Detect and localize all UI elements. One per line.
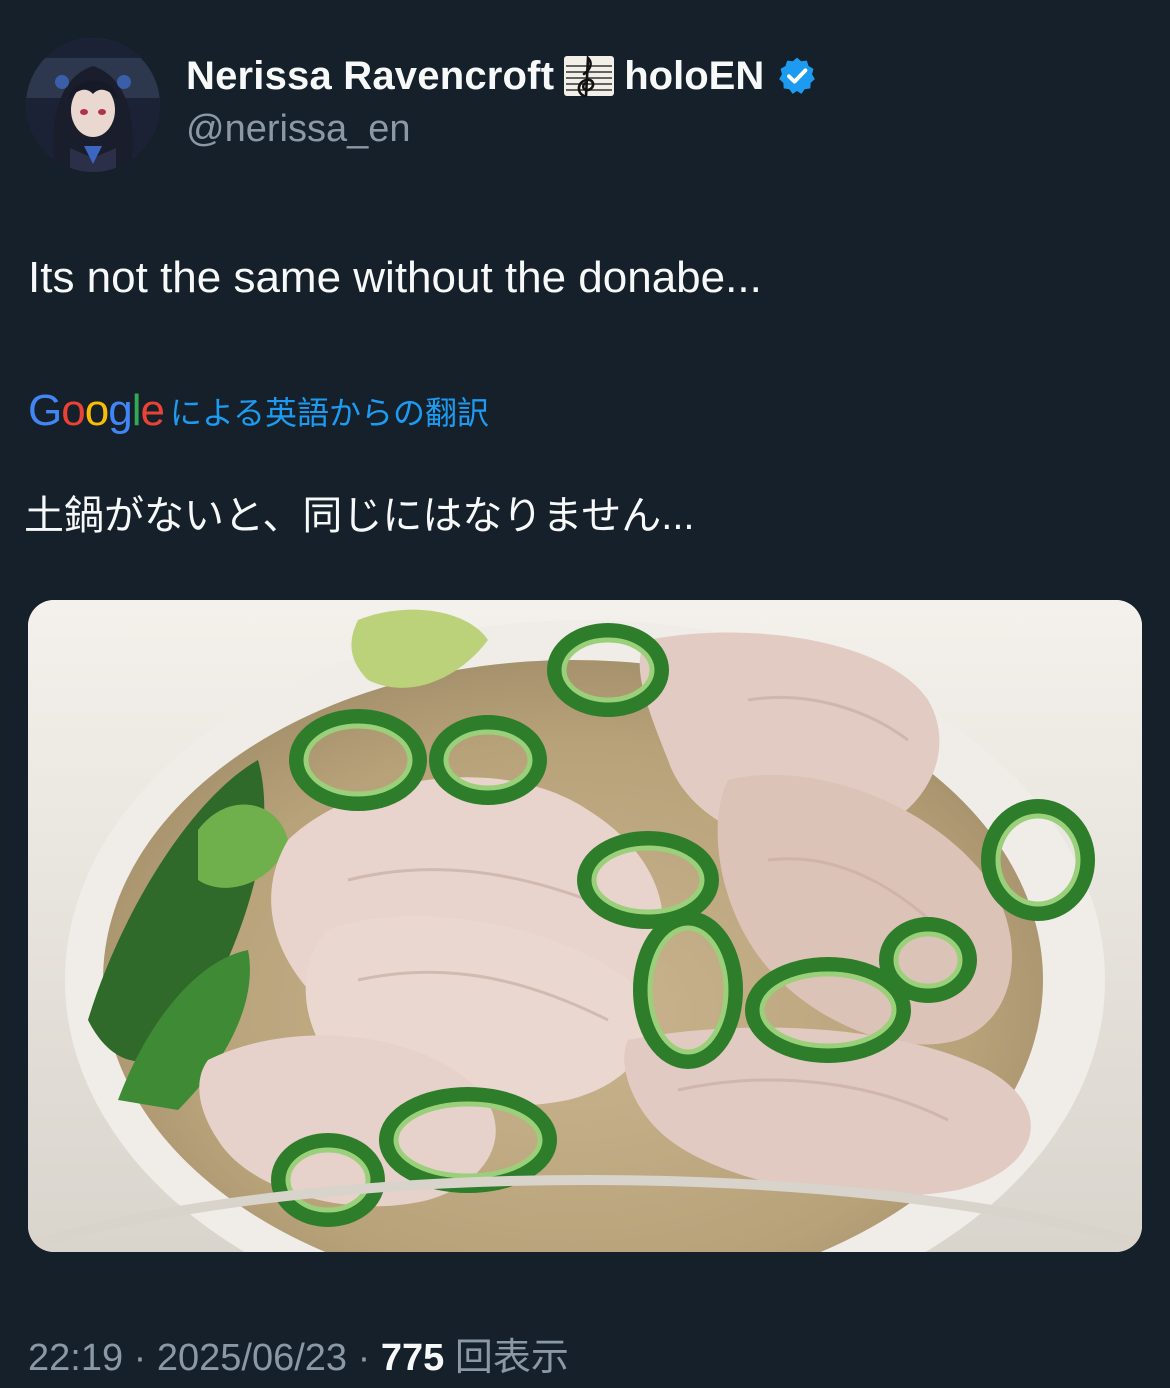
avatar-illustration — [26, 38, 160, 172]
tweet-date[interactable]: 2025/06/23 — [157, 1337, 347, 1379]
tweet-meta: 22:19 · 2025/06/23 · 775 回表示 — [28, 1326, 569, 1381]
avatar[interactable] — [26, 38, 160, 172]
google-logo: Google — [28, 386, 165, 435]
author-handle[interactable]: @nerissa_en — [186, 108, 410, 151]
views-label: 回表示 — [454, 1337, 569, 1379]
tweet-time[interactable]: 22:19 — [28, 1337, 123, 1379]
translated-text: 土鍋がないと、同じにはなりません... — [24, 494, 695, 538]
display-name[interactable]: Nerissa Ravencroft — [186, 54, 554, 99]
translation-attribution[interactable]: Google による英語からの翻訳 — [28, 386, 489, 436]
org-suffix[interactable]: holoEN — [624, 54, 764, 99]
tweet-text: Its not the same without the donabe... — [28, 253, 762, 302]
musical-score-icon — [562, 52, 616, 100]
views-count: 775 — [380, 1337, 445, 1379]
author-name-row[interactable]: Nerissa Ravencroft holoEN — [186, 52, 818, 100]
tweet-photo[interactable] — [28, 600, 1142, 1252]
translation-label[interactable]: による英語からの翻訳 — [170, 388, 489, 434]
verified-badge-icon[interactable] — [776, 55, 818, 97]
meta-separator: · — [357, 1337, 371, 1379]
nabe-photo-illustration — [28, 600, 1142, 1252]
meta-separator: · — [133, 1337, 147, 1379]
